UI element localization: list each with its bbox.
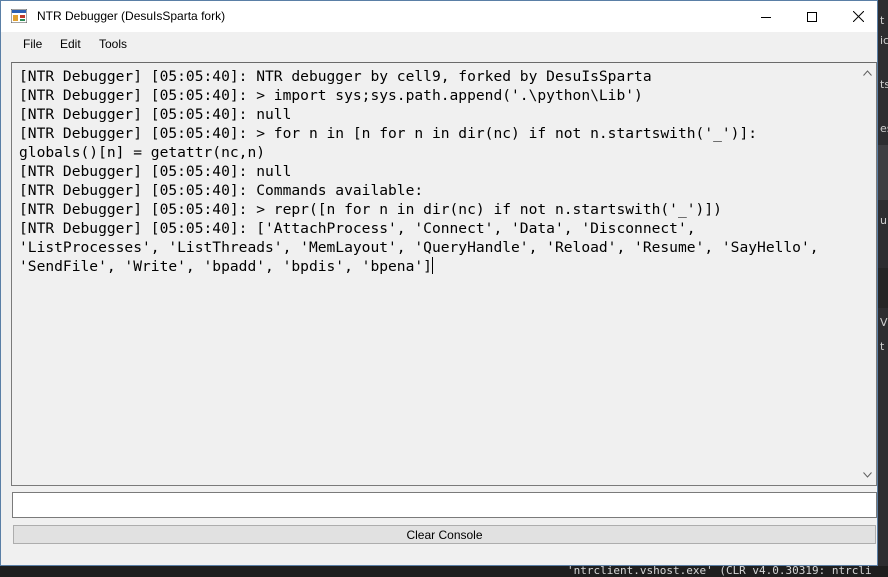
close-button[interactable] <box>835 1 881 32</box>
maximize-button[interactable] <box>789 1 835 32</box>
console-output[interactable]: [NTR Debugger] [05:05:40]: NTR debugger … <box>11 62 877 486</box>
background-fragment: ts <box>880 78 888 91</box>
menu-edit[interactable]: Edit <box>60 37 81 51</box>
close-icon <box>852 11 864 22</box>
command-input[interactable] <box>12 492 877 518</box>
app-window: NTR Debugger (DesuIsSparta fork) File Ed… <box>0 0 878 566</box>
text-caret <box>431 257 433 274</box>
window-title: NTR Debugger (DesuIsSparta fork) <box>37 9 226 23</box>
background-output-strip: 'ntrclient.vshost.exe' (CLR v4.0.30319: … <box>0 564 888 577</box>
minimize-icon <box>761 16 771 18</box>
background-window-edge: t ic ts es u V t <box>878 0 888 577</box>
background-fragment: ic <box>880 34 888 47</box>
minimize-button[interactable] <box>743 1 789 32</box>
background-fragment: es <box>880 122 888 135</box>
maximize-icon <box>807 11 817 22</box>
chevron-down-icon <box>862 472 872 478</box>
title-bar[interactable]: NTR Debugger (DesuIsSparta fork) <box>1 1 877 32</box>
background-fragment: V <box>880 316 888 329</box>
chevron-up-icon <box>862 70 872 76</box>
clear-console-button[interactable]: Clear Console <box>13 525 876 544</box>
scroll-up-button[interactable] <box>861 67 873 79</box>
scroll-down-button[interactable] <box>861 469 873 481</box>
background-fragment: u <box>880 214 887 227</box>
menu-tools[interactable]: Tools <box>99 37 127 51</box>
menu-file[interactable]: File <box>23 37 42 51</box>
console-log: [NTR Debugger] [05:05:40]: NTR debugger … <box>19 68 819 275</box>
console-text: [NTR Debugger] [05:05:40]: NTR debugger … <box>19 67 851 276</box>
background-fragment: t <box>880 340 885 353</box>
menu-bar: File Edit Tools <box>1 32 877 56</box>
app-icon <box>11 9 27 23</box>
